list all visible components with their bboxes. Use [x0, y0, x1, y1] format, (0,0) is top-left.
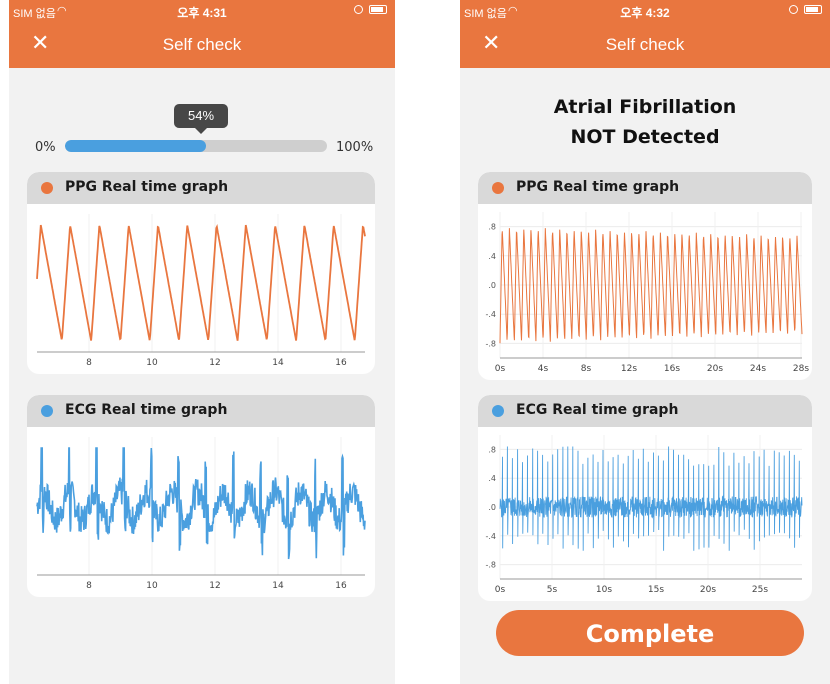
x-tick-label: 14: [272, 581, 284, 591]
page-title: Self check: [162, 35, 242, 54]
clock: 오후 4:31: [177, 6, 227, 20]
ecg-graph-title: ECG Real time graph: [516, 402, 679, 418]
ppg-graph-card: PPG Real time graph .8 .4 .0 -.4 -.8 0s 4s 8s 12…: [478, 172, 812, 380]
signal-line: [36, 447, 366, 560]
y-tick-label: .8: [488, 223, 496, 232]
rotation-lock-icon: [354, 5, 363, 14]
y-tick-label: -.4: [485, 310, 496, 319]
screen-self-check-result: SIM 없음 ◠ 오후 4:32 ✕ Self check Atrial Fib…: [460, 0, 830, 684]
progress-bar-fill: [65, 140, 207, 152]
ppg-graph-card: PPG Real time graph 8 10 12 14 16: [27, 172, 375, 374]
ecg-legend-dot: [41, 405, 53, 417]
x-tick-label: 24s: [750, 364, 766, 374]
ppg-chart: 8 10 12 14 16: [36, 214, 366, 368]
x-tick-label: 20s: [700, 585, 716, 595]
y-tick-label: .8: [488, 445, 496, 454]
progress-max-label: 100%: [336, 140, 374, 155]
ppg-graph-title: PPG Real time graph: [516, 179, 680, 195]
result-line-1: Atrial Fibrillation: [553, 96, 737, 118]
x-tick-label: 12: [209, 358, 220, 368]
rotation-lock-icon: [789, 5, 798, 14]
x-tick-label: 10: [146, 358, 158, 368]
x-tick-label: 5s: [547, 585, 558, 595]
ppg-legend-dot: [492, 182, 504, 194]
y-tick-label: .0: [488, 503, 496, 512]
ppg-chart: .8 .4 .0 -.4 -.8 0s 4s 8s 12s 16s 20s 24s 28s: [485, 212, 809, 374]
x-tick-label: 10: [146, 581, 158, 591]
ppg-graph-title: PPG Real time graph: [65, 179, 229, 195]
x-tick-label: 16s: [664, 364, 680, 374]
progress-bar: [65, 140, 327, 152]
x-tick-label: 8: [86, 581, 92, 591]
ecg-chart: .8 .4 .0 -.4 -.8 0s 5s 10s 15s 20s 25s: [485, 435, 803, 595]
progress-tooltip: 54%: [174, 104, 228, 134]
y-tick-label: -.8: [485, 561, 496, 570]
status-bar: SIM 없음 ◠ 오후 4:31: [9, 0, 395, 22]
battery-icon: [369, 5, 387, 14]
page-title: Self check: [605, 35, 685, 54]
ppg-legend-dot: [41, 182, 53, 194]
y-tick-label: -.4: [485, 532, 496, 541]
status-bar: SIM 없음 ◠ 오후 4:32: [460, 0, 830, 22]
x-tick-label: 15s: [648, 585, 664, 595]
ecg-legend-dot: [492, 405, 504, 417]
ecg-graph-card: ECG Real time graph 8 10 12 14 16: [27, 395, 375, 597]
x-tick-label: 10s: [596, 585, 612, 595]
x-tick-label: 8s: [581, 364, 592, 374]
y-tick-label: .4: [488, 252, 496, 261]
clock: 오후 4:32: [620, 6, 670, 20]
ecg-card-header: ECG Real time graph: [27, 395, 375, 427]
signal-line: [499, 228, 803, 344]
ecg-graph-title: ECG Real time graph: [65, 402, 228, 418]
x-tick-label: 16: [335, 358, 347, 368]
x-tick-label: 4s: [538, 364, 549, 374]
battery-icon: [804, 5, 822, 14]
x-tick-label: 8: [86, 358, 92, 368]
result-line-2: NOT Detected: [570, 126, 720, 148]
x-tick-label: 20s: [707, 364, 723, 374]
y-tick-label: .4: [488, 474, 496, 483]
nav-bar: ✕ Self check: [9, 22, 395, 68]
signal-line: [499, 446, 803, 551]
nav-bar: ✕ Self check: [460, 22, 830, 68]
ecg-card-header: ECG Real time graph: [478, 395, 812, 427]
ecg-graph-card: ECG Real time graph .8 .4 .0 -.4 -.8 0s 5s 10s 1…: [478, 395, 812, 601]
y-tick-label: -.8: [485, 339, 496, 348]
progress-min-label: 0%: [35, 140, 56, 155]
x-tick-label: 28s: [793, 364, 809, 374]
x-tick-label: 25s: [752, 585, 768, 595]
x-tick-label: 0s: [495, 364, 506, 374]
ppg-card-header: PPG Real time graph: [27, 172, 375, 204]
complete-button[interactable]: Complete: [496, 610, 804, 656]
x-tick-label: 16: [335, 581, 347, 591]
x-tick-label: 0s: [495, 585, 506, 595]
ppg-card-header: PPG Real time graph: [478, 172, 812, 204]
x-tick-label: 14: [272, 358, 284, 368]
y-tick-label: .0: [488, 281, 496, 290]
ecg-chart: 8 10 12 14 16: [36, 437, 366, 591]
screen-self-check-progress: SIM 없음 ◠ 오후 4:31 ✕ Self check 54% 0% 100…: [9, 0, 395, 684]
signal-line: [36, 224, 366, 341]
x-tick-label: 12s: [621, 364, 637, 374]
x-tick-label: 12: [209, 581, 220, 591]
